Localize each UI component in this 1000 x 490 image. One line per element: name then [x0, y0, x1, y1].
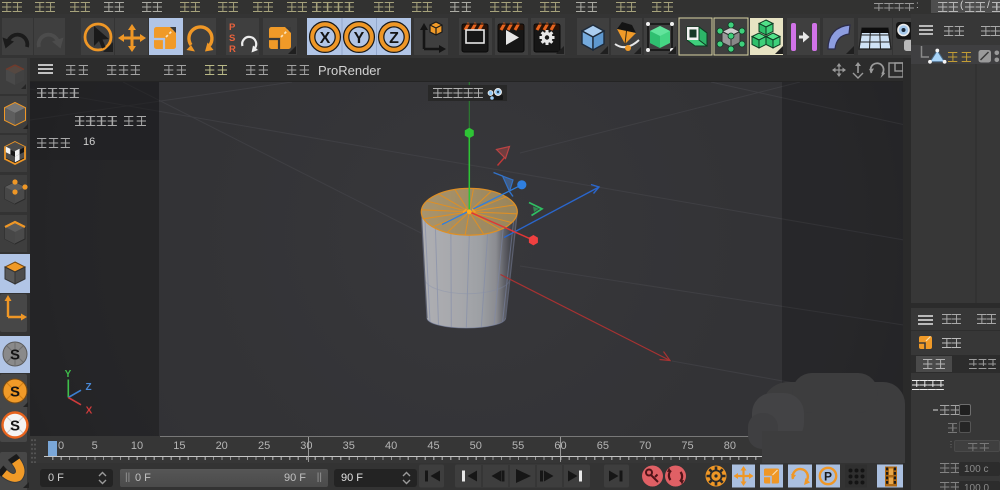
svg-text:S: S — [10, 384, 20, 401]
svg-text:X: X — [86, 406, 93, 417]
svg-text:Y: Y — [354, 30, 365, 47]
svg-text:P: P — [824, 470, 832, 484]
svg-text:S: S — [10, 418, 20, 435]
svg-text:Y: Y — [65, 369, 72, 380]
svg-text:S: S — [229, 33, 235, 44]
svg-text:S: S — [10, 347, 20, 364]
svg-text:Z: Z — [389, 30, 399, 47]
svg-text:R: R — [229, 44, 236, 55]
svg-text:P: P — [229, 22, 236, 33]
svg-text:X: X — [320, 30, 331, 47]
svg-text:Z: Z — [85, 382, 91, 393]
